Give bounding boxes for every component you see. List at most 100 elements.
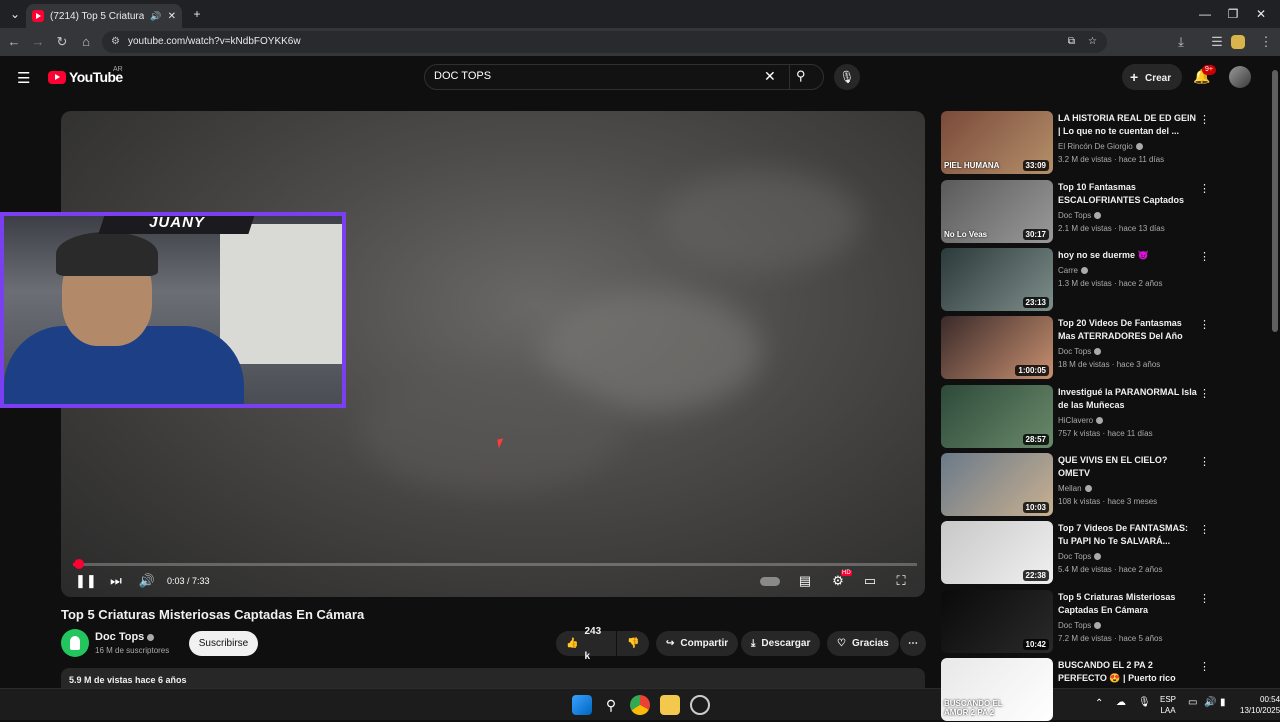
dislike-button[interactable]: 👎	[617, 631, 649, 656]
more-options-icon[interactable]: ⋮	[1199, 660, 1210, 673]
video-title[interactable]: QUE VIVIS EN EL CIELO? OMETV	[1058, 454, 1198, 480]
obs-icon[interactable]	[690, 695, 710, 715]
sidebar-video-item[interactable]: 28:57 Investigué la PARANORMAL Isla de la…	[941, 385, 1211, 449]
video-channel[interactable]: Doc Tops	[1058, 621, 1102, 630]
video-thumbnail[interactable]: 23:13	[941, 248, 1053, 311]
tab-close-icon[interactable]: ✕	[168, 11, 176, 22]
channel-name-text: El Rincón De Giorgio	[1058, 142, 1133, 151]
video-thumbnail[interactable]: 10:03	[941, 453, 1053, 516]
create-button[interactable]: + Crear	[1122, 64, 1182, 90]
home-icon[interactable]: ⌂	[76, 32, 96, 52]
more-options-icon[interactable]: ⋮	[1199, 455, 1210, 468]
search-icon[interactable]: ⚲	[601, 695, 621, 715]
more-options-icon[interactable]: ⋮	[1199, 250, 1210, 263]
page-scrollbar[interactable]	[1270, 56, 1280, 688]
like-button[interactable]: 👍 243 k	[556, 626, 616, 662]
subtitles-icon[interactable]: ▤	[795, 571, 815, 591]
tab-search-button[interactable]: ⌄	[2, 4, 28, 24]
maximize-button[interactable]: ❐	[1220, 4, 1246, 24]
new-tab-button[interactable]: +	[184, 4, 210, 24]
video-title[interactable]: Top 5 Criaturas Misteriosas Captadas En …	[1058, 591, 1198, 617]
video-thumbnail[interactable]: 10:42	[941, 590, 1053, 653]
back-icon[interactable]: ←	[4, 32, 24, 52]
install-app-icon[interactable]: ⧉	[1068, 31, 1075, 53]
video-title[interactable]: Investigué la PARANORMAL Isla de las Muñ…	[1058, 386, 1198, 412]
video-title[interactable]: BUSCANDO EL 2 PA 2 PERFECTO 😍 | Puerto r…	[1058, 659, 1198, 685]
avatar[interactable]	[1229, 66, 1251, 88]
autoplay-toggle[interactable]	[759, 571, 781, 591]
sidebar-video-item[interactable]: 22:38 Top 7 Videos De FANTASMAS: Tu PAPI …	[941, 521, 1211, 585]
share-button[interactable]: ↪ Compartir	[656, 631, 739, 656]
next-video-icon[interactable]: ⏭	[106, 571, 126, 591]
scrollbar-thumb[interactable]	[1272, 70, 1278, 332]
youtube-logo[interactable]: YouTube	[48, 69, 123, 85]
sidebar-video-item[interactable]: 23:13 hoy no se duerme 😈 Carre 1.3 M de vis…	[941, 248, 1211, 312]
sidebar-video-item[interactable]: PIEL HUMANA 33:09 LA HISTORIA REAL DE ED G…	[941, 111, 1211, 175]
progress-scrubber[interactable]	[73, 559, 84, 569]
progress-bar[interactable]	[73, 559, 917, 569]
more-options-icon[interactable]: ⋮	[1199, 113, 1210, 126]
video-channel[interactable]: HiClavero	[1058, 416, 1104, 425]
hamburger-menu-icon[interactable]: ☰	[17, 69, 30, 87]
video-thumbnail[interactable]: 28:57	[941, 385, 1053, 448]
system-clock[interactable]: 00:54 13/10/2025	[1240, 694, 1280, 716]
clear-search-icon[interactable]: ✕	[764, 68, 776, 85]
sidebar-video-item[interactable]: BUSCANDO EL AMOR 2 PA 2 BUSCANDO EL 2 PA …	[941, 658, 1211, 722]
video-thumbnail[interactable]: BUSCANDO EL AMOR 2 PA 2	[941, 658, 1053, 721]
fullscreen-icon[interactable]: ⛶	[891, 571, 911, 591]
address-bar[interactable]: ⚙ youtube.com/watch?v=kNdbFOYKK6w ⧉ ☆	[102, 31, 1107, 53]
video-title[interactable]: hoy no se duerme 😈	[1058, 249, 1198, 262]
file-explorer-icon[interactable]	[660, 695, 680, 715]
subscribe-button[interactable]: Suscribirse	[189, 631, 258, 656]
video-channel[interactable]: Doc Tops	[1058, 347, 1102, 356]
bookmark-star-icon[interactable]: ☆	[1088, 31, 1097, 53]
search-input[interactable]	[434, 70, 734, 82]
tab-groups-icon[interactable]: ☰	[1207, 32, 1227, 52]
sidebar-video-item[interactable]: No Lo Veas 30:17 Top 10 Fantasmas ESCALOFR…	[941, 180, 1211, 244]
more-actions-button[interactable]: ⋯	[900, 631, 926, 656]
search-icon[interactable]: ⚲	[796, 68, 806, 84]
close-window-button[interactable]: ✕	[1248, 4, 1274, 24]
video-thumbnail[interactable]: 22:38	[941, 521, 1053, 584]
reload-icon[interactable]: ↻	[52, 32, 72, 52]
profile-icon[interactable]	[1231, 35, 1245, 49]
more-options-icon[interactable]: ⋮	[1199, 182, 1210, 195]
channel-avatar[interactable]	[61, 629, 89, 657]
video-thumbnail[interactable]: No Lo Veas 30:17	[941, 180, 1053, 243]
pause-icon[interactable]: ❚❚	[75, 571, 97, 591]
theater-mode-icon[interactable]: ▭	[859, 571, 881, 591]
sidebar-video-item[interactable]: 1:00:05 Top 20 Videos De Fantasmas Mas AT…	[941, 316, 1211, 380]
video-title[interactable]: Top 10 Fantasmas ESCALOFRIANTES Captados…	[1058, 181, 1198, 208]
voice-search-icon[interactable]: 🎙	[834, 64, 860, 90]
video-title[interactable]: Top 7 Videos De FANTASMAS: Tu PAPI No Te…	[1058, 522, 1198, 548]
volume-icon[interactable]: 🔊	[137, 571, 157, 591]
channel-name[interactable]: Doc Tops	[95, 631, 155, 643]
sidebar-video-item[interactable]: 10:42 Top 5 Criaturas Misteriosas Captada…	[941, 590, 1211, 654]
video-channel[interactable]: El Rincón De Giorgio	[1058, 142, 1143, 151]
video-channel[interactable]: Doc Tops	[1058, 552, 1102, 561]
video-channel[interactable]: Carre	[1058, 266, 1089, 275]
minimize-button[interactable]: —	[1192, 4, 1218, 24]
forward-icon[interactable]: →	[28, 32, 48, 52]
windows-start-icon[interactable]	[572, 695, 592, 715]
chrome-taskbar-icon[interactable]	[630, 695, 650, 715]
video-channel[interactable]: Doc Tops	[1058, 211, 1102, 220]
more-options-icon[interactable]: ⋮	[1199, 318, 1210, 331]
video-thumbnail[interactable]: 1:00:05	[941, 316, 1053, 379]
more-options-icon[interactable]: ⋮	[1199, 592, 1210, 605]
video-title[interactable]: Top 20 Videos De Fantasmas Mas ATERRADOR…	[1058, 317, 1198, 343]
thanks-button[interactable]: ♡ Gracias	[827, 631, 899, 656]
chrome-menu-icon[interactable]: ⋮	[1256, 32, 1276, 52]
browser-tab[interactable]: (7214) Top 5 Criaturas Mist 🔊 ✕	[26, 4, 182, 28]
downloads-icon[interactable]: ⤓	[1171, 32, 1191, 52]
sidebar-video-item[interactable]: 10:03 QUE VIVIS EN EL CIELO? OMETV Mellan 1…	[941, 453, 1211, 517]
download-button[interactable]: ⤓ Descargar	[741, 631, 821, 656]
search-box[interactable]: ✕ ⚲	[424, 64, 824, 90]
site-info-icon[interactable]: ⚙	[111, 31, 120, 53]
video-channel[interactable]: Mellan	[1058, 484, 1092, 493]
more-options-icon[interactable]: ⋮	[1199, 387, 1210, 400]
video-title[interactable]: LA HISTORIA REAL DE ED GEIN | Lo que no …	[1058, 112, 1198, 138]
video-thumbnail[interactable]: PIEL HUMANA 33:09	[941, 111, 1053, 174]
battery-icon[interactable]: ▮	[1220, 697, 1226, 708]
more-options-icon[interactable]: ⋮	[1199, 523, 1210, 536]
